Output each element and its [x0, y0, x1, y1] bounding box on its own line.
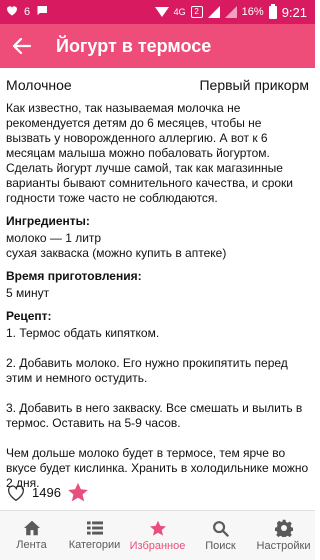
category-label: Молочное: [6, 77, 72, 93]
chat-notification-icon: [36, 5, 48, 19]
steps-section: Рецепт: 1. Термос обдать кипятком. 2. До…: [6, 309, 309, 491]
recipe-step: 2. Добавить молоко. Его нужно прокипятит…: [6, 356, 288, 385]
wifi-icon: [154, 7, 169, 17]
recipe-intro: Как известно, так называемая молочка не …: [6, 101, 293, 205]
network-type: 4G: [173, 7, 186, 17]
recipe-actions: 1496: [6, 482, 89, 503]
nav-label: Лента: [16, 539, 47, 551]
signal-icon: [207, 6, 220, 18]
star-icon: [149, 520, 166, 536]
nav-label: Категории: [68, 539, 121, 551]
heart-notification-icon: [6, 5, 18, 19]
nav-label: Избранное: [129, 539, 186, 552]
nav-label: Настройки: [256, 540, 311, 552]
nav-item-feed[interactable]: Лента: [0, 511, 63, 560]
ingredient-item: молоко — 1 литр: [6, 231, 102, 245]
signal-icon-2: [224, 6, 237, 18]
battery-icon: [268, 3, 277, 19]
nav-item-search[interactable]: Поиск: [189, 511, 252, 560]
list-icon: [86, 521, 103, 535]
nav-item-settings[interactable]: Настройки: [252, 511, 315, 560]
star-icon: [68, 482, 88, 502]
recipe-step: 3. Добавить в него закваску. Все смешать…: [6, 401, 303, 430]
recipe-step: 1. Термос обдать кипятком.: [6, 326, 160, 340]
steps-title: Рецепт:: [6, 309, 52, 323]
battery-percent: 16%: [241, 6, 264, 18]
bottom-navigation: Лента Категории Избранное Поиск Настройк…: [0, 510, 315, 560]
time-title: Время приготовления:: [6, 269, 142, 283]
status-bar: 6 4G 2 16% 9:21: [0, 0, 315, 24]
clock: 9:21: [281, 4, 307, 20]
recipe-meta-row: Молочное Первый прикорм: [6, 78, 309, 93]
home-icon: [23, 520, 40, 536]
like-button[interactable]: [6, 484, 26, 502]
ingredients-title: Ингредиенты:: [6, 214, 90, 228]
app-bar: Йогурт в термосе: [0, 24, 315, 68]
nav-label: Поиск: [205, 539, 236, 552]
sim-indicator: 2: [190, 6, 203, 18]
nav-item-categories[interactable]: Категории: [63, 511, 126, 560]
ingredients-section: Ингредиенты: молоко — 1 литр сухая заква…: [6, 214, 309, 261]
page-title: Йогурт в термосе: [56, 35, 212, 56]
notification-count: 6: [24, 6, 31, 18]
back-button[interactable]: [0, 24, 44, 68]
search-icon: [213, 520, 229, 537]
time-section: Время приготовления: 5 минут: [6, 269, 309, 301]
time-value: 5 минут: [6, 286, 50, 300]
nav-item-favorites[interactable]: Избранное: [126, 511, 189, 560]
favorite-button[interactable]: [67, 482, 89, 503]
arrow-left-icon: [13, 38, 31, 54]
gear-icon: [274, 519, 293, 537]
heart-outline-icon: [7, 484, 25, 501]
ingredient-item: сухая закваска (можно купить в аптеке): [6, 246, 227, 260]
tag-label: Первый прикорм: [199, 77, 309, 93]
recipe-content[interactable]: Молочное Первый прикорм Как известно, та…: [0, 68, 315, 508]
like-count: 1496: [32, 485, 61, 500]
